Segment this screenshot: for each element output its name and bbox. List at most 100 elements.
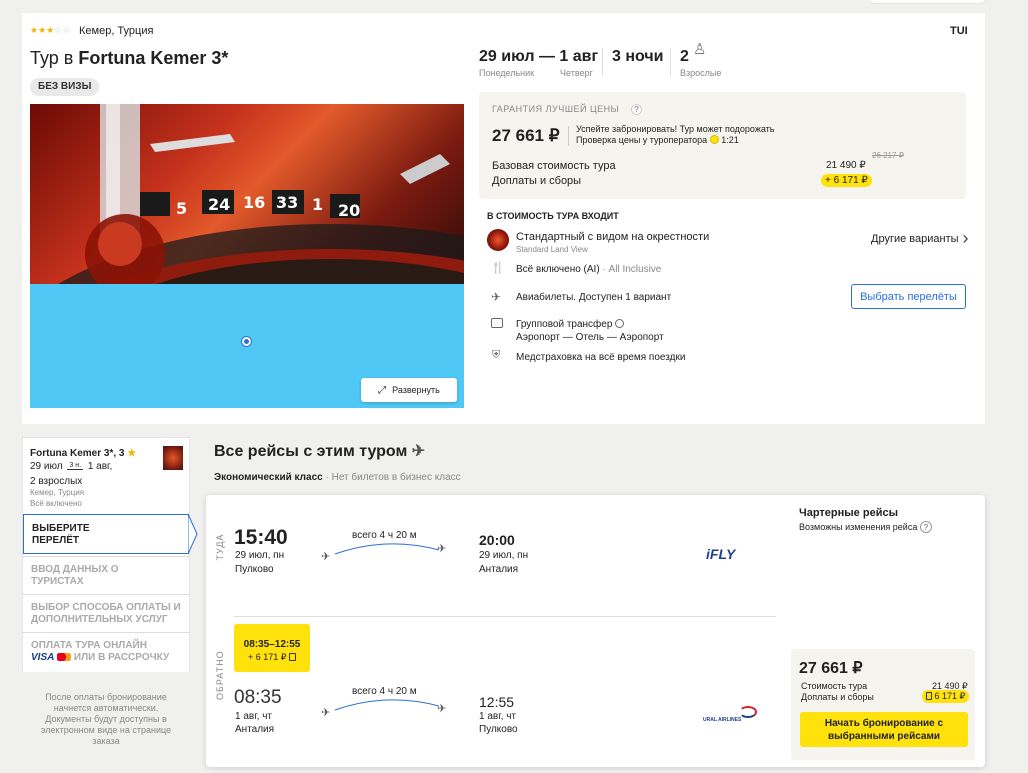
date-divider — [602, 48, 603, 76]
adults-label: Взрослые — [680, 68, 722, 78]
flights-divider — [234, 616, 776, 617]
fees-label: Доплаты и сборы — [492, 175, 582, 187]
tour-price: 27 661 ₽ — [492, 126, 560, 145]
expand-map-button[interactable]: ⤢ Развернуть — [361, 378, 457, 402]
start-booking-button[interactable]: Начать бронирование с выбранными рейсами — [800, 712, 968, 747]
transfer-route: Аэропорт — Отель — Аэропорт — [516, 332, 664, 343]
step-choose-flight[interactable]: ВЫБЕРИТЕ ПЕРЕЛЁТ — [23, 514, 189, 554]
meal-label: Всё включено (AI) — [516, 264, 600, 275]
sidebar-note: После оплаты бронирование начнется автом… — [40, 692, 172, 746]
other-variants-link[interactable]: Другие варианты › — [871, 228, 969, 249]
other-variants-label: Другие варианты — [871, 232, 959, 245]
guarantee-label: ГАРАНТИЯ ЛУЧШЕЙ ЦЕНЫ — [492, 104, 620, 114]
adult-icon: ♙ — [693, 41, 707, 58]
outbound-dir: ТУДА — [215, 533, 225, 561]
to-day: Четверг — [560, 68, 593, 78]
meal-icon: 🍴 — [491, 262, 505, 274]
choose-flights-button[interactable]: Выбрать перелёты — [851, 284, 966, 309]
help-icon[interactable]: ? — [631, 104, 642, 115]
check-price-label: Проверка цены у туроператора — [576, 135, 708, 145]
step-online-payment-label: ОПЛАТА ТУРА ОНЛАЙН — [31, 640, 147, 651]
expand-label: Развернуть — [392, 385, 440, 395]
plane-takeoff-icon: ✈ — [411, 443, 426, 460]
fees-value: + 6 171 ₽ — [821, 174, 872, 187]
sidebar-guests: 2 взрослых — [30, 476, 83, 487]
charter-note: Возможны изменения рейса ? — [799, 521, 932, 533]
outbound-dep-date: 29 июл, пн — [235, 550, 285, 561]
roulette-image: 5 24 16 33 1 20 — [58, 104, 464, 284]
svg-text:✈: ✈ — [321, 707, 330, 719]
transfer-text: Групповой трансфер — [516, 319, 625, 330]
ural-airlines-swoosh-icon — [739, 706, 757, 718]
class-info: Экономический класс · Нет билетов в бизн… — [214, 472, 461, 483]
inbound-arr-time: 12:55 — [479, 694, 515, 710]
room-thumb — [487, 229, 509, 251]
step-choose-flight-label: ВЫБЕРИТЕ ПЕРЕЛЁТ — [32, 523, 90, 546]
price-divider — [568, 126, 569, 146]
plane-icon: ✈ — [491, 290, 502, 304]
inbound-dep-date: 1 авг, чт — [235, 711, 272, 722]
svg-text:33: 33 — [276, 193, 298, 212]
hotel-photo[interactable]: 5 24 16 33 1 20 — [30, 104, 464, 284]
sidebar-hotel: Fortuna Kemer 3*, 3 ★ — [30, 448, 136, 459]
summary-fuel-icon — [926, 692, 932, 700]
ural-airlines-logo: URAL AIRLINES — [703, 706, 759, 724]
mastercard-icon — [57, 653, 72, 661]
transfer-clock-icon — [615, 319, 625, 328]
ifly-logo: iFLY — [706, 546, 736, 562]
old-price: 26 217 ₽ — [872, 151, 904, 160]
sidebar-dates: 29 июл 3 н. 1 авг, — [30, 461, 112, 472]
outbound-arr-city: Анталия — [479, 564, 519, 575]
charter-title: Чартерные рейсы — [799, 507, 898, 519]
base-price-value: 21 490 ₽ — [826, 160, 866, 171]
visa-badge: БЕЗ ВИЗЫ — [30, 78, 100, 96]
check-price-text: Проверка цены у туроператора 1:21 — [576, 135, 739, 145]
svg-text:16: 16 — [243, 193, 265, 212]
adults-count: 2 — [680, 48, 689, 65]
step-online-payment[interactable]: ОПЛАТА ТУРА ОНЛАЙН VISA ИЛИ В РАССРОЧКУ — [23, 632, 189, 672]
summary-fees-label: Доплаты и сборы — [801, 692, 874, 702]
step-tourist-data-label: ВВОД ДАННЫХ О ТУРИСТАХ — [31, 564, 119, 587]
chip-price-row: + 6 171 ₽ — [234, 652, 310, 663]
step-payment-method[interactable]: ВЫБОР СПОСОБА ОПЛАТЫ И ДОПОЛНИТЕЛЬНЫХ УС… — [23, 594, 189, 632]
outbound-route-arc: ✈ ✈ — [321, 543, 446, 563]
transfer-label: Групповой трансфер — [516, 319, 613, 330]
svg-text:1: 1 — [312, 195, 323, 214]
visa-logo: VISA — [31, 652, 55, 663]
inbound-dep-time: 08:35 — [234, 687, 282, 708]
from-day: Понедельник — [479, 68, 535, 78]
summary-fees-amount: 6 171 ₽ — [934, 691, 966, 701]
class-note: · Нет билетов в бизнес класс — [325, 472, 461, 483]
inbound-arr-date: 1 авг, чт — [479, 711, 516, 722]
page-title: Тур в Fortuna Kemer 3* — [30, 48, 228, 69]
inbound-option-chip[interactable]: 08:35–12:55 + 6 171 ₽ — [234, 624, 310, 672]
ural-airlines-text: URAL AIRLINES — [703, 717, 742, 723]
outbound-dep-city: Пулково — [235, 564, 274, 575]
flights-heading-text: Все рейсы с этим туром — [214, 443, 408, 460]
inbound-dir: ОБРАТНО — [215, 650, 225, 700]
charter-help-icon[interactable]: ? — [919, 521, 932, 533]
sidebar-date-from: 29 июл — [30, 461, 63, 472]
outbound-arr-time: 20:00 — [479, 532, 515, 548]
hurry-text: Успейте забронировать! Тур может подорож… — [576, 124, 775, 134]
sidebar-thumb — [163, 446, 183, 470]
date-range: 29 июл — 1 авг — [479, 48, 599, 65]
map-marker[interactable] — [242, 337, 251, 346]
svg-text:✈: ✈ — [437, 703, 446, 715]
summary-tour-label: Стоимость тура — [801, 681, 868, 691]
sidebar-date-to: 1 авг, — [87, 461, 113, 472]
step-payment-method-label: ВЫБОР СПОСОБА ОПЛАТЫ И ДОПОЛНИТЕЛЬНЫХ УС… — [31, 602, 181, 625]
charter-note-text: Возможны изменения рейса — [799, 522, 918, 532]
flights-text: Авиабилеты. Доступен 1 вариант — [516, 292, 672, 303]
inbound-route-arc: ✈ ✈ — [321, 699, 446, 719]
chip-time: 08:35–12:55 — [243, 639, 301, 650]
base-price-label: Базовая стоимость тура — [492, 160, 616, 172]
svg-text:20: 20 — [338, 201, 360, 220]
title-hotel-name: Fortuna Kemer 3* — [78, 48, 229, 68]
step-tourist-data[interactable]: ВВОД ДАННЫХ О ТУРИСТАХ — [23, 556, 189, 594]
meal-text: Всё включено (AI) · All Inclusive — [516, 264, 661, 275]
top-right-pill[interactable] — [868, 0, 986, 4]
installment-label: ИЛИ В РАССРОЧКУ — [73, 652, 170, 663]
meal-sub: · All Inclusive — [602, 264, 662, 275]
summary-fees-value: 6 171 ₽ — [922, 690, 970, 703]
